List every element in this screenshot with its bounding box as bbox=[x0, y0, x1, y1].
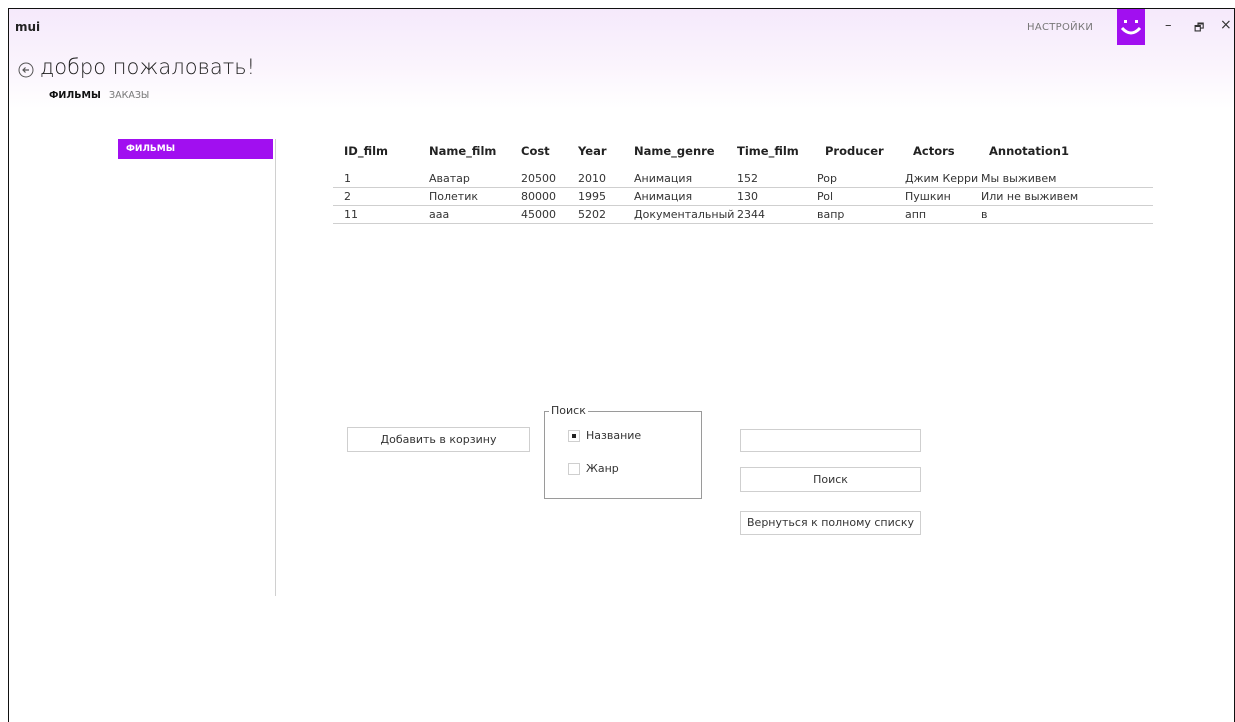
table-cell: 1995 bbox=[578, 190, 606, 203]
add-to-cart-button[interactable]: Добавить в корзину bbox=[347, 427, 530, 452]
table-cell: в bbox=[981, 208, 988, 221]
maximize-button[interactable]: 🗗 bbox=[1194, 19, 1204, 38]
table-cell: Мы выживем bbox=[981, 172, 1057, 185]
close-button[interactable]: × bbox=[1220, 17, 1232, 33]
search-input[interactable] bbox=[740, 429, 921, 452]
table-cell: 20500 bbox=[521, 172, 556, 185]
table-cell: 152 bbox=[737, 172, 758, 185]
table-cell: 2344 bbox=[737, 208, 765, 221]
table-cell: Или не выживем bbox=[981, 190, 1079, 203]
table-cell: Джим Керри bbox=[905, 172, 979, 185]
table-cell: 45000 bbox=[521, 208, 556, 221]
column-header[interactable]: Annotation1 bbox=[989, 144, 1069, 158]
sidebar-divider bbox=[275, 139, 276, 596]
app-window: mui НАСТРОЙКИ – 🗗 × добро пожаловать! ФИ… bbox=[8, 8, 1235, 722]
table-cell: вапр bbox=[817, 208, 845, 221]
settings-link[interactable]: НАСТРОЙКИ bbox=[1027, 22, 1093, 33]
app-name: mui bbox=[15, 20, 41, 34]
table-cell: ааа bbox=[429, 208, 450, 221]
minimize-button[interactable]: – bbox=[1165, 18, 1172, 33]
column-header[interactable]: Year bbox=[578, 144, 607, 158]
column-header[interactable]: Actors bbox=[913, 144, 955, 158]
back-arrow-icon[interactable] bbox=[18, 62, 34, 78]
page-title: добро пожаловать! bbox=[40, 55, 256, 79]
table-cell: Pop bbox=[817, 172, 837, 185]
table-cell: Аватар bbox=[429, 172, 470, 185]
checkbox-box[interactable] bbox=[568, 430, 580, 442]
table-cell: 11 bbox=[344, 208, 358, 221]
table-cell: Полетик bbox=[429, 190, 479, 203]
table-cell: 1 bbox=[344, 172, 351, 185]
column-header[interactable]: Cost bbox=[521, 144, 550, 158]
table-cell: апп bbox=[905, 208, 927, 221]
table-cell: 80000 bbox=[521, 190, 556, 203]
table-cell: 130 bbox=[737, 190, 758, 203]
checkbox-box[interactable] bbox=[568, 463, 580, 475]
column-header[interactable]: Name_film bbox=[429, 144, 496, 158]
tab-films[interactable]: ФИЛЬМЫ bbox=[49, 90, 101, 101]
table-cell: 5202 bbox=[578, 208, 606, 221]
table-cell: Pol bbox=[817, 190, 834, 203]
column-header[interactable]: Time_film bbox=[737, 144, 799, 158]
reset-list-button[interactable]: Вернуться к полному списку bbox=[740, 511, 921, 535]
table-cell: 2 bbox=[344, 190, 351, 203]
search-options-group: Поиск Название Жанр bbox=[544, 404, 702, 499]
films-table[interactable]: ID_film Name_film Cost Year Name_genre T… bbox=[333, 142, 1153, 224]
search-button[interactable]: Поиск bbox=[740, 467, 921, 492]
table-row[interactable]: 2 Полетик 80000 1995 Анимация 130 Pol Пу… bbox=[333, 188, 1153, 206]
search-group-legend: Поиск bbox=[549, 404, 588, 417]
table-row[interactable]: 1 Аватар 20500 2010 Анимация 152 Pop Джи… bbox=[333, 170, 1153, 188]
genre-checkbox-label: Жанр bbox=[586, 462, 619, 475]
table-cell: Пушкин bbox=[905, 190, 951, 203]
table-cell: Анимация bbox=[634, 190, 693, 203]
table-cell: 2010 bbox=[578, 172, 606, 185]
table-cell: Документальный bbox=[634, 208, 735, 221]
column-header[interactable]: Name_genre bbox=[634, 144, 715, 158]
name-checkbox-label: Название bbox=[586, 429, 642, 442]
tab-orders[interactable]: ЗАКАЗЫ bbox=[109, 90, 149, 101]
table-row[interactable]: 11 ааа 45000 5202 Документальный 2344 ва… bbox=[333, 206, 1153, 224]
column-header[interactable]: Producer bbox=[825, 144, 884, 158]
table-cell: Анимация bbox=[634, 172, 693, 185]
smiley-avatar-icon[interactable] bbox=[1117, 9, 1145, 45]
column-header[interactable]: ID_film bbox=[344, 144, 388, 158]
sidebar-item-films[interactable]: ФИЛЬМЫ bbox=[118, 139, 273, 159]
table-header: ID_film Name_film Cost Year Name_genre T… bbox=[333, 142, 1153, 170]
